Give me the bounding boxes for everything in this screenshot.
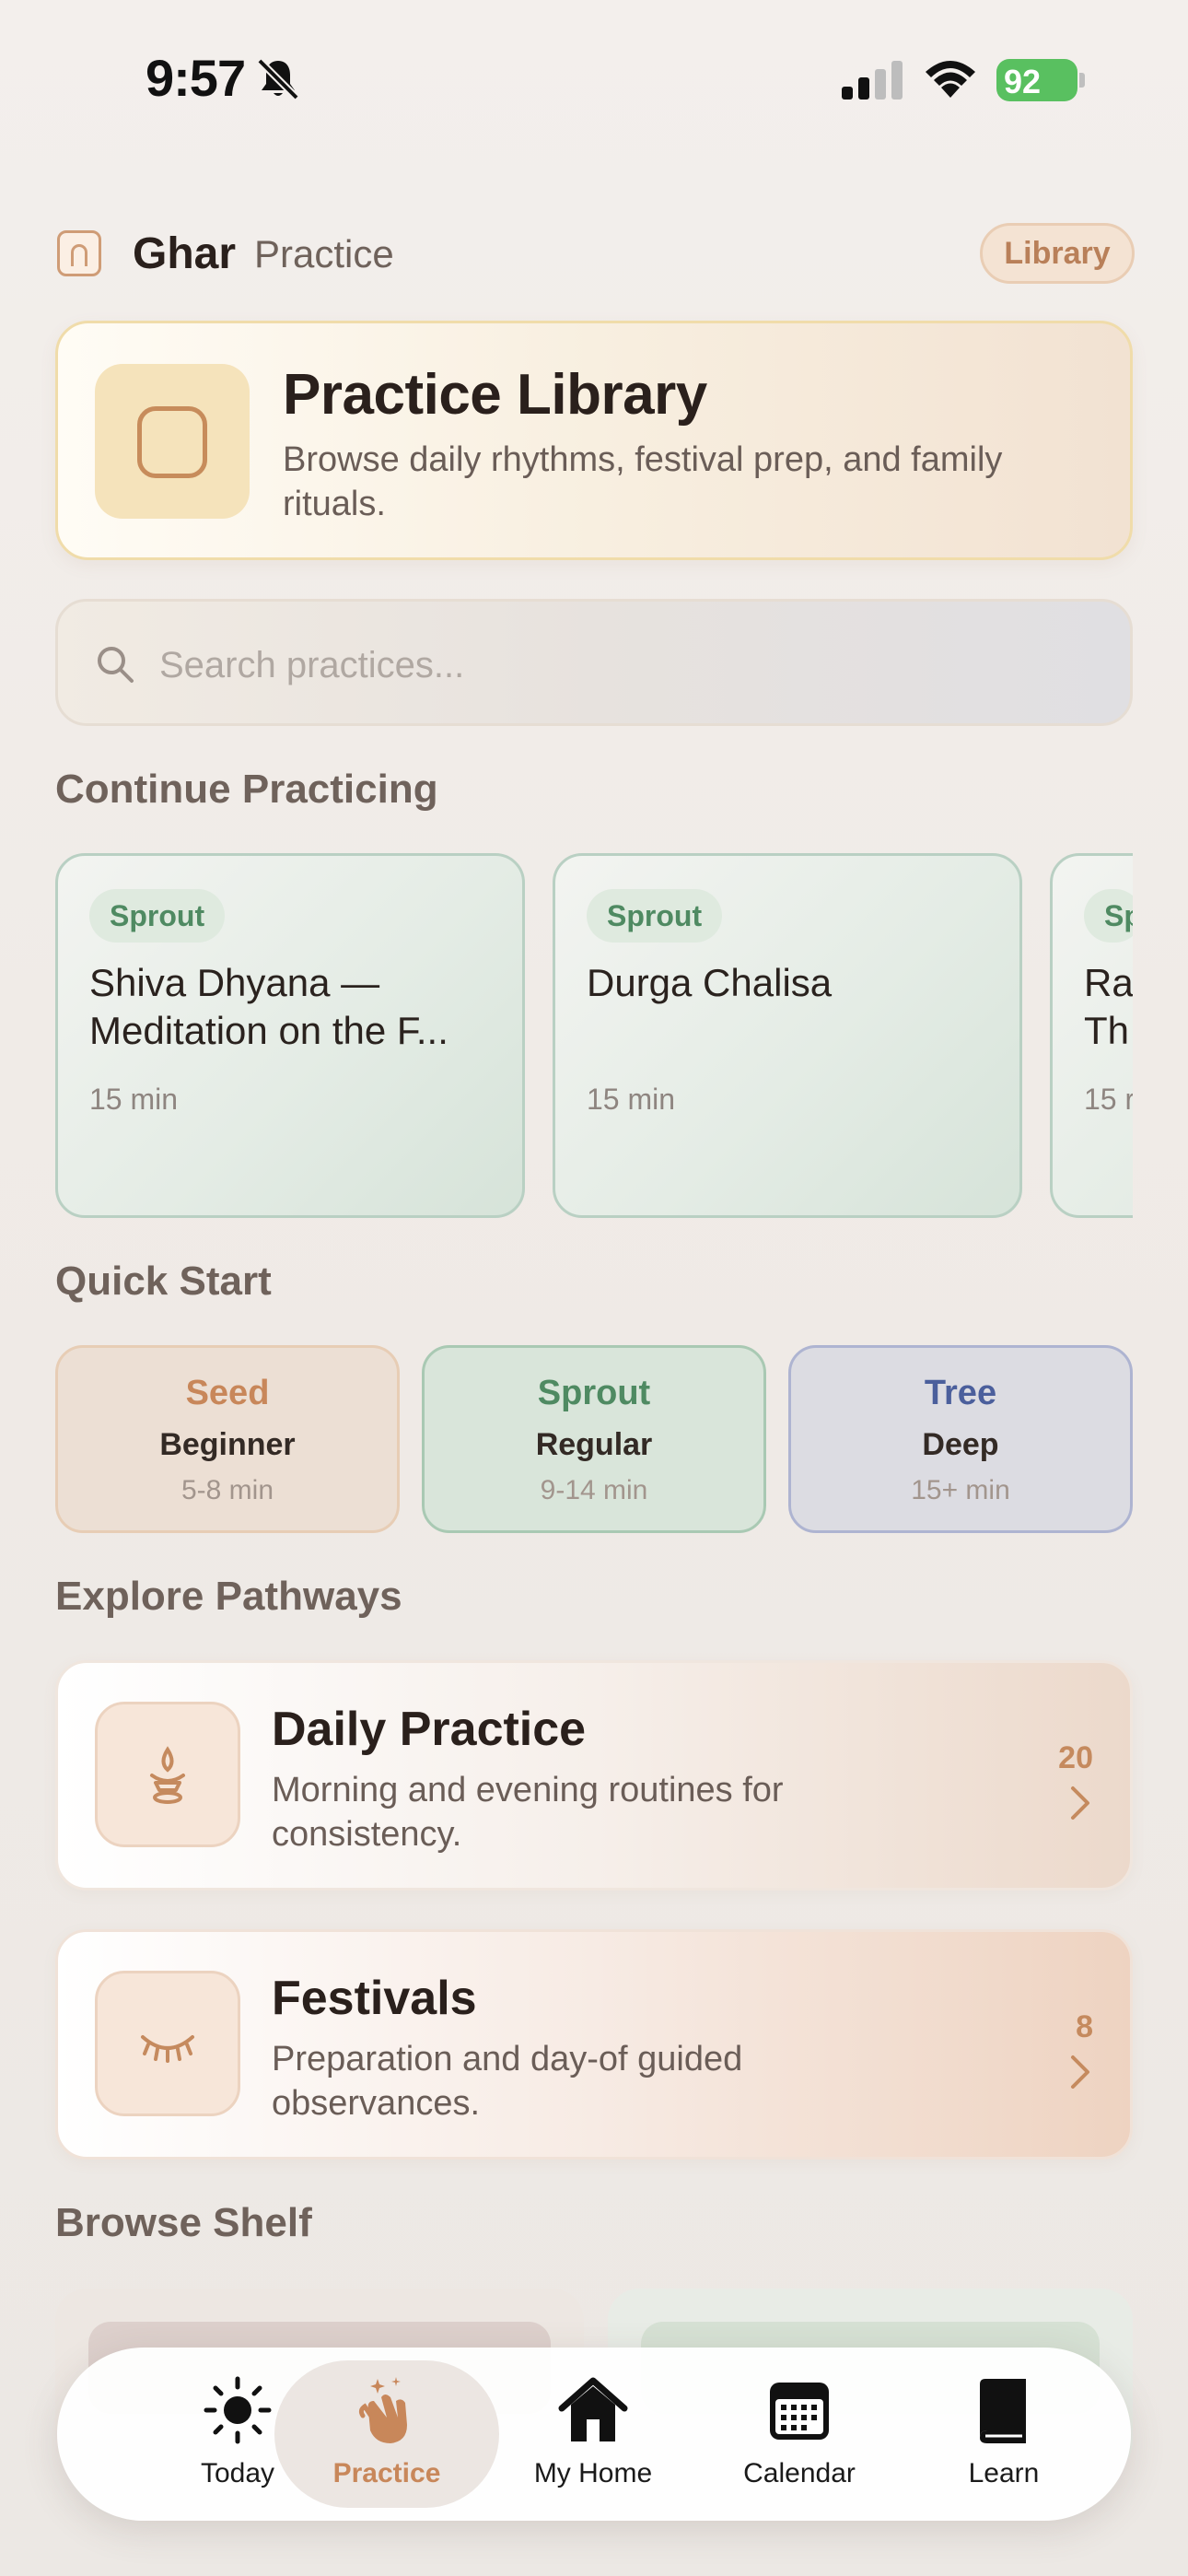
practice-library-card[interactable]: Practice Library Browse daily rhythms, f… [55, 321, 1133, 560]
pathway-description: Preparation and day-of guided observance… [272, 2040, 743, 2123]
diya-icon [95, 1702, 240, 1847]
search-icon [98, 647, 134, 683]
continue-carousel[interactable]: Sprout Shiva Dhyana — Meditation on the … [55, 853, 1133, 1220]
app-logo-icon [57, 230, 101, 276]
tab-learn[interactable]: Learn [903, 2348, 1105, 2521]
hero-description: Browse daily rhythms, festival prep, and… [283, 440, 1003, 523]
quick-start-tree[interactable]: Tree Deep 15+ min [788, 1345, 1133, 1533]
continue-card-title: Shiva Dhyana — Meditation on the F... [89, 961, 448, 1052]
continue-card[interactable]: Sprout Shiva Dhyana — Meditation on the … [55, 853, 525, 1218]
pathway-description: Morning and evening routines for consist… [272, 1771, 784, 1854]
quick-start-range: 5-8 min [181, 1475, 274, 1505]
tab-my-home[interactable]: My Home [492, 2348, 694, 2521]
quick-start-label: Sprout [537, 1374, 651, 1412]
status-time: 9:57 [146, 49, 246, 107]
continue-section-title: Continue Practicing [55, 767, 438, 812]
tab-label: Learn [968, 2458, 1040, 2488]
app-subtitle: Practice [254, 232, 394, 275]
continue-card-title: Ra Th [1084, 961, 1133, 1052]
sun-icon [204, 2376, 272, 2444]
continue-card-duration: 15 min [89, 1083, 179, 1116]
quick-start-seed[interactable]: Seed Beginner 5-8 min [55, 1345, 400, 1533]
tab-label: Practice [332, 2458, 441, 2488]
pathway-count: 8 [1076, 2009, 1093, 2044]
level-badge: Sp [1084, 889, 1133, 943]
hero-title: Practice Library [283, 363, 707, 427]
tab-practice[interactable]: Practice [285, 2348, 488, 2521]
continue-card[interactable]: Sp Ra Th 15 r [1050, 853, 1133, 1218]
browse-shelf-section-title: Browse Shelf [55, 2200, 312, 2245]
tab-label: My Home [533, 2458, 653, 2488]
pathway-festivals[interactable]: Festivals Preparation and day-of guided … [55, 1929, 1133, 2160]
book-icon [980, 2379, 1026, 2443]
arch-icon [95, 364, 250, 519]
house-icon [558, 2377, 628, 2441]
continue-card[interactable]: Sprout Durga Chalisa 15 min [553, 853, 1022, 1218]
tab-bar: Today Practice My Home Calendar Learn [57, 2348, 1131, 2521]
closed-eye-icon [95, 1971, 240, 2116]
battery-indicator: 92 [996, 59, 1085, 101]
tab-calendar[interactable]: Calendar [698, 2348, 901, 2521]
quick-start-range: 9-14 min [540, 1475, 648, 1505]
wifi-icon [926, 61, 975, 98]
search-input[interactable] [159, 633, 1080, 697]
search-bar[interactable] [55, 599, 1133, 726]
continue-card-title: Durga Chalisa [587, 961, 833, 1004]
bell-muted-icon [257, 58, 299, 100]
pathway-count: 20 [1058, 1740, 1093, 1775]
library-button[interactable]: Library [980, 223, 1135, 284]
pathway-daily-practice[interactable]: Daily Practice Morning and evening routi… [55, 1660, 1133, 1891]
calendar-icon [770, 2383, 829, 2440]
pathway-title: Festivals [272, 1972, 477, 2025]
quick-start-range: 15+ min [911, 1475, 1010, 1505]
quick-start-label: Seed [185, 1374, 270, 1412]
level-badge: Sprout [89, 889, 226, 943]
level-badge: Sprout [587, 889, 723, 943]
quick-start-sprout[interactable]: Sprout Regular 9-14 min [422, 1345, 766, 1533]
chevron-right-icon [1071, 2055, 1089, 2089]
battery-level: 92 [1004, 63, 1042, 100]
quick-start-section-title: Quick Start [55, 1259, 272, 1304]
app-title: Ghar [133, 229, 237, 278]
chevron-right-icon [1071, 1786, 1089, 1820]
quick-start-label: Tree [924, 1374, 997, 1412]
continue-card-duration: 15 r [1084, 1083, 1133, 1116]
tab-label: Calendar [743, 2458, 856, 2488]
continue-card-duration: 15 min [587, 1083, 676, 1116]
pathway-title: Daily Practice [272, 1703, 587, 1756]
quick-start-level: Deep [922, 1427, 999, 1462]
quick-start-level: Regular [535, 1427, 653, 1462]
cellular-signal-icon [842, 61, 903, 100]
quick-start-level: Beginner [159, 1427, 296, 1462]
clapping-hands-icon [358, 2377, 407, 2443]
pathways-section-title: Explore Pathways [55, 1574, 402, 1619]
